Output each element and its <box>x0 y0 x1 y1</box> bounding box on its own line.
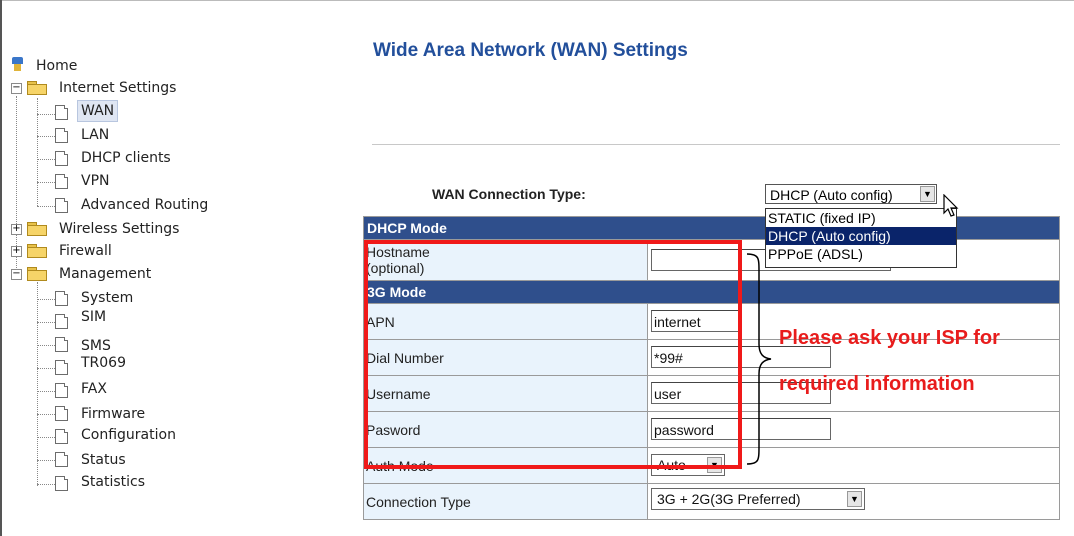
wan-connection-type-label: WAN Connection Type: <box>432 186 586 202</box>
page-icon <box>55 198 68 213</box>
page-icon <box>55 151 68 166</box>
table-row: Connection Type 3G + 2G(3G Preferred) ▼ <box>363 483 1060 520</box>
section-divider <box>372 144 1060 145</box>
tree-connector <box>37 460 55 461</box>
page-title: Wide Area Network (WAN) Settings <box>373 40 688 61</box>
tree-connector <box>37 484 55 485</box>
expand-icon[interactable]: + <box>11 246 22 257</box>
tree-item-label: FAX <box>81 381 107 397</box>
connection-type-select[interactable]: 3G + 2G(3G Preferred) ▼ <box>651 488 865 510</box>
connection-type-label: Connection Type <box>363 483 648 520</box>
tree-connector <box>37 282 38 486</box>
tree-item-label: Status <box>81 452 126 468</box>
tree-connector <box>37 391 55 392</box>
wan-connection-type-dropdown: STATIC (fixed IP) DHCP (Auto config) PPP… <box>765 208 957 268</box>
tree-item-label: SIM <box>81 309 107 325</box>
connection-type-value: 3G + 2G(3G Preferred) <box>657 491 801 507</box>
tree-item-home[interactable]: Home <box>12 55 212 77</box>
isp-note-line2: required information <box>779 373 975 395</box>
tree-item-label: Advanced Routing <box>81 197 209 213</box>
tree-connector <box>37 414 55 415</box>
connection-type-cell: 3G + 2G(3G Preferred) ▼ <box>647 483 1060 520</box>
tree-item-label: Internet Settings <box>59 80 177 96</box>
tree-item-label: DHCP clients <box>81 150 171 166</box>
folder-icon <box>27 222 47 236</box>
curly-brace-icon <box>746 253 772 465</box>
tree-connector <box>37 159 55 160</box>
page-icon <box>55 476 68 491</box>
option-static[interactable]: STATIC (fixed IP) <box>766 209 956 227</box>
collapse-icon[interactable]: − <box>11 269 22 280</box>
home-icon <box>12 57 23 71</box>
page-icon <box>55 314 68 329</box>
tree-item-label: WAN <box>77 100 119 122</box>
navigation-tree: Home − Internet Settings WAN LAN DHCP cl… <box>0 0 340 536</box>
tree-connector <box>37 322 55 323</box>
page-icon <box>55 291 68 306</box>
wan-connection-type-select[interactable]: DHCP (Auto config) ▼ <box>765 184 937 204</box>
tree-item-label: Home <box>36 58 78 74</box>
tree-connector <box>37 136 55 137</box>
tree-connector <box>37 368 55 369</box>
page-icon <box>55 429 68 444</box>
page-icon <box>55 452 68 467</box>
page-icon <box>55 105 68 120</box>
mouse-cursor-icon <box>943 194 959 217</box>
tree-connector <box>37 345 55 346</box>
tree-item-management[interactable]: − Management <box>10 263 230 285</box>
page-icon <box>55 406 68 421</box>
tree-connector <box>37 206 55 207</box>
page-icon <box>55 174 68 189</box>
tree-item-label: LAN <box>81 127 110 143</box>
tree-item-firewall[interactable]: + Firewall <box>10 240 230 262</box>
option-pppoe[interactable]: PPPoE (ADSL) <box>766 245 956 263</box>
option-dhcp[interactable]: DHCP (Auto config) <box>766 227 956 245</box>
tree-connector <box>37 182 55 183</box>
tree-item-label: Wireless Settings <box>59 221 180 237</box>
expand-icon[interactable]: + <box>11 224 22 235</box>
tree-item-label: Management <box>59 266 152 282</box>
folder-icon <box>27 244 47 258</box>
tree-item-label: TR069 <box>81 355 127 371</box>
page-icon <box>55 337 68 352</box>
wan-connection-type-value: DHCP (Auto config) <box>770 187 893 203</box>
page-icon <box>55 383 68 398</box>
collapse-icon[interactable]: − <box>11 83 22 94</box>
chevron-down-icon: ▼ <box>847 491 862 507</box>
chevron-down-icon[interactable]: ▼ <box>920 186 935 202</box>
folder-open-icon <box>27 81 47 95</box>
tree-item-label: Firmware <box>81 406 146 422</box>
tree-item-label: Firewall <box>59 243 112 259</box>
tree-connector <box>37 114 55 115</box>
folder-open-icon <box>27 267 47 281</box>
page-icon <box>55 128 68 143</box>
isp-note-line1: Please ask your ISP for <box>779 327 1000 349</box>
page-icon <box>55 360 68 375</box>
tree-connector <box>37 437 55 438</box>
highlight-box <box>364 240 742 469</box>
tree-item-label: Statistics <box>81 474 145 490</box>
tree-item-label: Configuration <box>81 427 176 443</box>
tree-item-internet-settings[interactable]: − Internet Settings <box>10 77 230 99</box>
tree-connector <box>37 299 55 300</box>
tree-item-wireless-settings[interactable]: + Wireless Settings <box>10 218 230 240</box>
tree-item-label: VPN <box>81 173 110 189</box>
